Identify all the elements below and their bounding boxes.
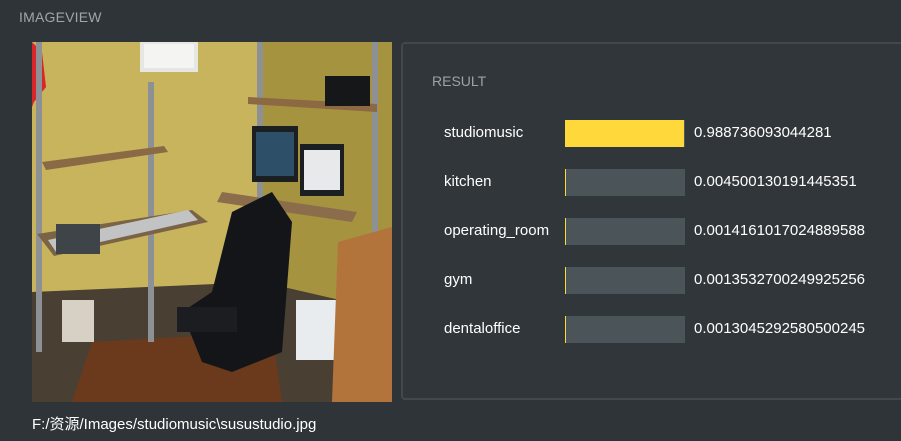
result-row: operating_room 0.0014161017024889588 [444, 218, 901, 246]
preview-image [32, 42, 392, 402]
result-bar [565, 169, 685, 196]
result-row: studiomusic 0.988736093044281 [444, 120, 901, 148]
result-value: 0.004500130191445351 [694, 173, 857, 190]
result-bar-fill [565, 120, 684, 147]
result-bar-fill [565, 169, 566, 196]
result-title: RESULT [432, 73, 487, 89]
result-value: 0.0013045292580500245 [694, 320, 866, 337]
result-row: gym 0.0013532700249925256 [444, 267, 901, 295]
result-value: 0.0014161017024889588 [694, 222, 866, 239]
result-label: kitchen [444, 173, 492, 190]
result-row: kitchen 0.004500130191445351 [444, 169, 901, 197]
result-value: 0.0013532700249925256 [694, 271, 866, 288]
section-title: IMAGEVIEW [19, 9, 102, 25]
result-row: dentaloffice 0.0013045292580500245 [444, 316, 901, 344]
image-file-path: F:/资源/Images/studiomusic\susustudio.jpg [32, 416, 317, 433]
result-panel: RESULT studiomusic 0.988736093044281 kit… [401, 42, 901, 400]
result-value: 0.988736093044281 [694, 124, 832, 141]
result-bar [565, 316, 685, 343]
result-label: dentaloffice [444, 320, 521, 337]
result-bar [565, 218, 685, 245]
studio-photo [32, 42, 392, 402]
result-label: gym [444, 271, 473, 288]
result-bar [565, 267, 685, 294]
result-label: operating_room [444, 222, 550, 239]
result-bar [565, 120, 685, 147]
result-label: studiomusic [444, 124, 524, 141]
